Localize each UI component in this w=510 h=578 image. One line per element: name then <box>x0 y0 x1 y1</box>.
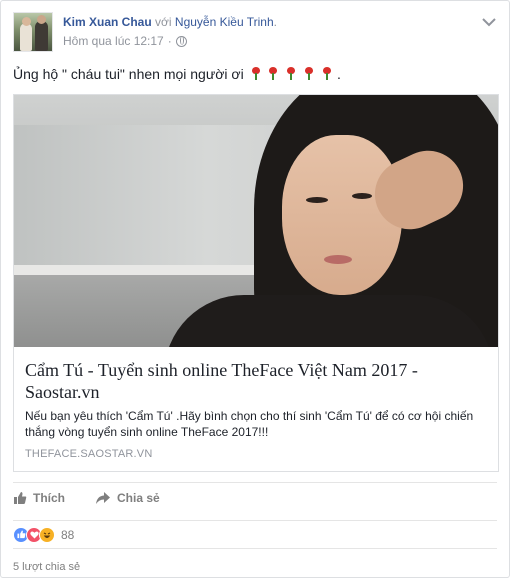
haha-reaction-icon <box>39 526 55 543</box>
reaction-count[interactable]: 88 <box>61 528 74 542</box>
meta-separator: · <box>167 34 172 48</box>
rose-icon <box>285 67 297 81</box>
link-preview-title[interactable]: Cẩm Tú - Tuyển sinh online TheFace Việt … <box>25 359 487 403</box>
link-preview-image[interactable] <box>14 95 498 347</box>
feed-post: Kim Xuan Chau với Nguyễn Kiều Trinh. Hôm… <box>0 0 510 578</box>
rose-emoji-group <box>248 66 337 82</box>
thumbs-up-icon <box>14 492 27 504</box>
rose-icon <box>267 67 279 81</box>
post-message-trailing: . <box>337 66 341 82</box>
post-meta: Hôm qua lúc 12:17 · <box>63 34 187 48</box>
link-preview-description: Nếu bạn yêu thích 'Cẩm Tú' .Hãy bình chọ… <box>25 409 474 439</box>
reaction-summary[interactable]: 88 <box>13 520 497 548</box>
share-count-link[interactable]: 5 lượt chia sẻ <box>13 561 80 573</box>
header-period: . <box>273 15 277 29</box>
chevron-down-icon[interactable] <box>481 16 497 28</box>
post-message-text: Ủng hộ " cháu tui" nhen mọi người ơi <box>13 66 244 82</box>
post-header: Kim Xuan Chau với Nguyễn Kiều Trinh. Hôm… <box>13 12 497 52</box>
post-message: Ủng hộ " cháu tui" nhen mọi người ơi . <box>13 66 341 82</box>
share-button-label: Chia sẻ <box>117 491 160 505</box>
tagged-person-link[interactable]: Nguyễn Kiều Trinh <box>175 15 274 29</box>
rose-icon <box>303 67 315 81</box>
with-text: với <box>155 15 172 29</box>
post-actions: Thích Chia sẻ <box>13 482 497 510</box>
rose-icon <box>321 67 333 81</box>
share-arrow-icon <box>96 492 110 504</box>
like-button[interactable]: Thích <box>13 491 65 505</box>
share-button[interactable]: Chia sẻ <box>95 491 160 505</box>
author-avatar[interactable] <box>13 12 53 52</box>
link-preview-card[interactable]: Cẩm Tú - Tuyển sinh online TheFace Việt … <box>13 94 499 472</box>
rose-icon <box>250 67 262 81</box>
header-line: Kim Xuan Chau với Nguyễn Kiều Trinh. <box>63 15 277 29</box>
globe-icon[interactable] <box>175 35 187 47</box>
timestamp-link[interactable]: Hôm qua lúc 12:17 <box>63 34 164 48</box>
link-preview-domain: THEFACE.SAOSTAR.VN <box>25 448 153 460</box>
like-button-label: Thích <box>33 491 65 505</box>
author-name-link[interactable]: Kim Xuan Chau <box>63 15 152 29</box>
share-summary: 5 lượt chia sẻ <box>13 548 497 578</box>
